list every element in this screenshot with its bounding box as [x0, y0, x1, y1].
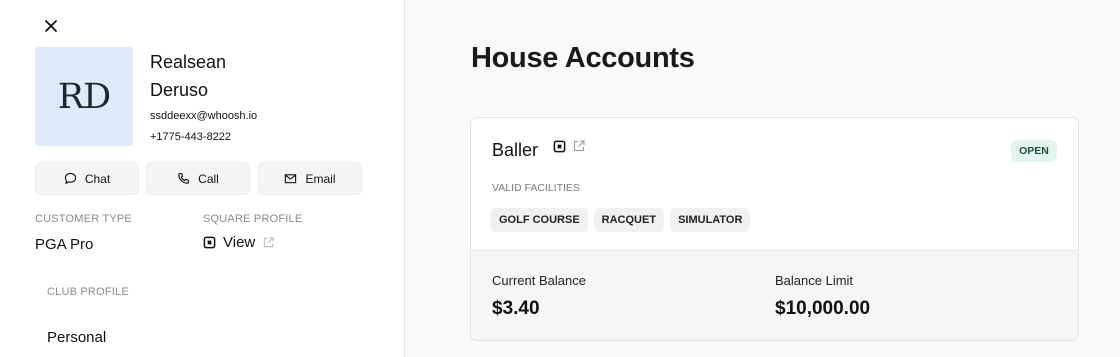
customer-name: Realsean Deruso	[150, 48, 226, 104]
balance-limit-value: $10,000.00	[775, 298, 871, 319]
status-badge: OPEN	[1011, 140, 1057, 162]
account-card-header: Baller OPEN VALID FACILITIES GOLF COURSE…	[471, 118, 1078, 251]
account-name: Baller	[492, 140, 539, 160]
square-profile-label: SQUARE PROFILE	[203, 213, 303, 225]
square-profile-view-label: View	[223, 234, 256, 251]
account-balance-section	[471, 251, 1078, 340]
avatar: RD	[35, 47, 133, 146]
balance-limit-label: Balance Limit	[775, 273, 854, 288]
call-button[interactable]: Call	[146, 162, 250, 195]
chat-bubble-icon	[64, 172, 76, 184]
external-link-icon	[264, 237, 274, 248]
square-profile-view-link[interactable]: View	[203, 234, 275, 251]
external-link-icon[interactable]	[572, 139, 586, 153]
square-logo-icon	[203, 236, 216, 249]
facility-tag: RACQUET	[593, 208, 665, 232]
phone-icon	[178, 173, 190, 184]
customer-phone: +1775-443-8222	[150, 131, 232, 143]
facility-tag-list: GOLF COURSE RACQUET SIMULATOR	[491, 208, 751, 232]
club-profile-label: CLUB PROFILE	[47, 286, 129, 298]
customer-first-name: Realsean	[150, 52, 227, 72]
customer-panel: RD Realsean Deruso ssddeexx@whoosh.io +1…	[0, 0, 405, 357]
page-title: House Accounts	[471, 42, 695, 74]
house-account-card: Baller OPEN VALID FACILITIES GOLF COURSE…	[470, 117, 1079, 341]
customer-type-label: CUSTOMER TYPE	[35, 213, 132, 225]
club-profile-value: Personal	[47, 329, 107, 346]
email-button-label: Email	[305, 171, 336, 186]
customer-type-value: PGA Pro	[35, 236, 94, 253]
close-icon	[45, 20, 57, 32]
facility-tag: SIMULATOR	[670, 208, 751, 232]
valid-facilities-label: VALID FACILITIES	[492, 182, 580, 194]
call-button-label: Call	[198, 171, 219, 186]
email-button[interactable]: Email	[258, 162, 362, 195]
close-button[interactable]	[41, 16, 61, 36]
customer-last-name: Deruso	[150, 80, 209, 100]
envelope-icon	[285, 174, 297, 184]
facility-tag: GOLF COURSE	[491, 208, 588, 232]
avatar-initials: RD	[57, 76, 111, 117]
current-balance-label: Current Balance	[492, 273, 586, 288]
chat-button[interactable]: Chat	[35, 162, 139, 195]
customer-email: ssddeexx@whoosh.io	[150, 110, 258, 122]
chat-button-label: Chat	[84, 171, 111, 186]
square-logo-icon	[553, 140, 566, 153]
current-balance-value: $3.40	[492, 298, 540, 319]
